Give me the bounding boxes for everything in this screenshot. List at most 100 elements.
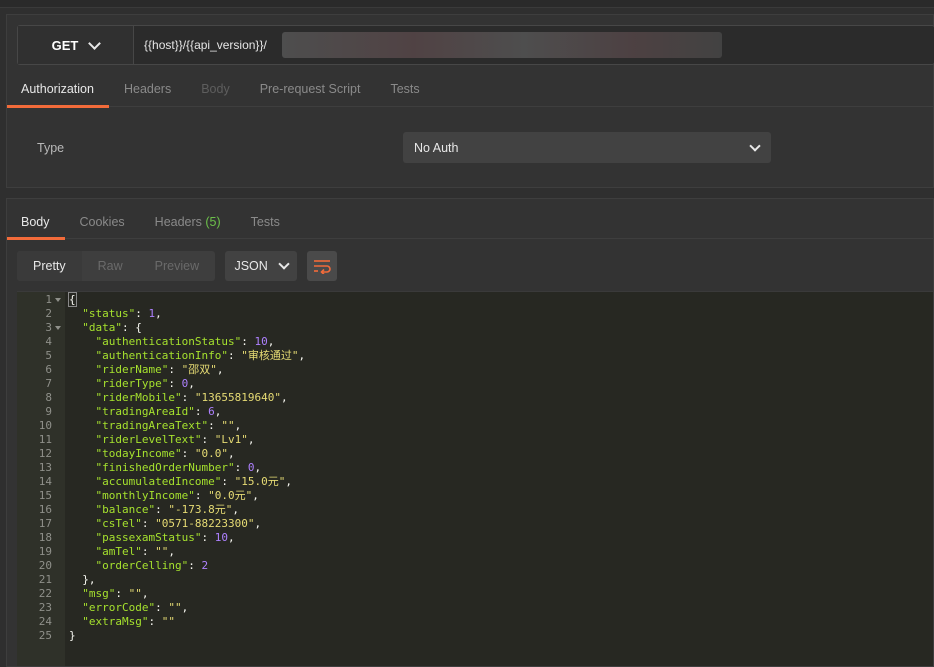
request-tabs: Authorization Headers Body Pre-request Scri… — [7, 77, 933, 108]
wrap-lines-icon — [314, 260, 331, 274]
code-text: "extraMsg": "" — [69, 615, 175, 629]
code-token: , — [254, 517, 262, 530]
line-number: 12 — [38, 447, 52, 460]
code-token: : — [234, 461, 248, 474]
line-number: 15 — [38, 489, 52, 502]
view-mode-preview-button[interactable]: Preview — [139, 251, 215, 281]
request-tab-body: Body — [186, 77, 245, 107]
line-number: 1 — [45, 293, 52, 306]
method-label: GET — [51, 37, 79, 53]
line-number: 3 — [45, 321, 52, 334]
code-token: : — [201, 531, 215, 544]
code-token: "accumulatedIncome" — [95, 475, 222, 488]
code-token: : — [208, 419, 222, 432]
code-token: : — [181, 391, 195, 404]
code-text: "tradingAreaText": "", — [69, 419, 242, 433]
response-tab-cookies[interactable]: Cookies — [65, 199, 140, 239]
code-token: 2 — [201, 559, 209, 572]
code-token: "" — [155, 545, 169, 558]
code-token: "" — [128, 587, 142, 600]
code-text: "data": { — [69, 321, 142, 335]
code-token: : — [201, 433, 215, 446]
response-tab-headers[interactable]: Headers (5) — [140, 199, 236, 239]
code-token: "邵双" — [181, 363, 217, 376]
response-body-editor[interactable]: 1{2 "status": 1, 3 "data": {4 "authentica… — [17, 291, 933, 666]
code-line: 23 "errorCode": "", — [17, 601, 933, 615]
auth-type-label: Type — [37, 141, 65, 155]
url-input[interactable]: {{host}}/{{api_version}}/ — [144, 26, 267, 64]
code-line: 25} — [17, 629, 933, 643]
code-token: "tradingAreaId" — [95, 405, 195, 418]
code-token: : — [155, 503, 169, 516]
line-number: 4 — [45, 335, 52, 348]
code-token: : { — [122, 321, 142, 334]
code-token: : — [221, 475, 235, 488]
line-number: 10 — [38, 419, 52, 432]
fold-toggle-icon[interactable] — [55, 298, 61, 302]
view-mode-raw-button[interactable]: Raw — [82, 251, 139, 281]
code-token: , — [254, 461, 262, 474]
code-token: "extraMsg" — [82, 615, 149, 628]
code-token: , — [280, 391, 288, 404]
code-text: "riderMobile": "13655819640", — [69, 391, 288, 405]
code-token: , — [227, 447, 235, 460]
request-tab-label: Pre-request Script — [259, 82, 361, 96]
response-tab-tests[interactable]: Tests — [236, 199, 295, 239]
request-active-tab-underline — [7, 105, 109, 108]
code-token: "todayIncome" — [95, 447, 182, 460]
response-tab-count-badge: (5) — [201, 215, 221, 229]
code-token: "" — [168, 601, 182, 614]
code-token: "0.0元" — [208, 489, 253, 502]
chevron-down-icon — [88, 36, 102, 50]
code-token: "csTel" — [95, 517, 142, 530]
code-token: : — [141, 545, 156, 558]
code-line: 18 "passexamStatus": 10, — [17, 531, 933, 545]
code-line: 10 "tradingAreaText": "", — [17, 419, 933, 433]
code-token: , — [181, 601, 189, 614]
redacted-url-region — [282, 32, 722, 58]
code-token: "riderName" — [95, 363, 169, 376]
code-token: : — [135, 307, 149, 320]
response-tabs: Body Cookies Headers (5) Tests — [7, 199, 933, 240]
code-token: "riderMobile" — [95, 391, 182, 404]
request-tab-label: Headers — [123, 82, 172, 96]
wrap-lines-button[interactable] — [307, 251, 338, 281]
code-line: 22 "msg": "", — [17, 587, 933, 601]
method-select[interactable]: GET — [18, 26, 134, 64]
code-token: "monthlyIncome" — [95, 489, 195, 502]
chevron-down-icon — [749, 139, 761, 152]
code-text: "msg": "", — [69, 587, 148, 601]
fold-toggle-icon[interactable] — [55, 326, 61, 330]
request-tab-authorization[interactable]: Authorization — [7, 77, 109, 108]
auth-type-select[interactable]: No Auth — [403, 132, 771, 163]
code-token: }, — [69, 573, 96, 586]
format-select[interactable]: JSON — [225, 251, 298, 281]
code-line: 5 "authenticationInfo": "审核通过", — [17, 349, 933, 363]
line-number: 23 — [38, 601, 52, 614]
request-tab-pre-request-script[interactable]: Pre-request Script — [245, 77, 376, 107]
response-tab-label: Body — [21, 215, 50, 229]
code-token: "errorCode" — [82, 601, 156, 614]
view-mode-pretty-button[interactable]: Pretty — [17, 251, 82, 281]
code-token: , — [247, 433, 255, 446]
code-line: 6 "riderName": "邵双", — [17, 363, 933, 377]
response-tab-body[interactable]: Body — [7, 199, 65, 240]
code-token: "authenticationStatus" — [95, 335, 242, 348]
code-token: "tradingAreaText" — [95, 419, 209, 432]
code-text: } — [69, 629, 76, 643]
top-strip — [0, 0, 934, 8]
request-tab-tests[interactable]: Tests — [375, 77, 434, 107]
code-token: "-173.8元" — [168, 503, 233, 516]
request-tab-headers[interactable]: Headers — [109, 77, 186, 107]
code-text: "todayIncome": "0.0", — [69, 447, 235, 461]
code-text: "balance": "-173.8元", — [69, 503, 239, 517]
